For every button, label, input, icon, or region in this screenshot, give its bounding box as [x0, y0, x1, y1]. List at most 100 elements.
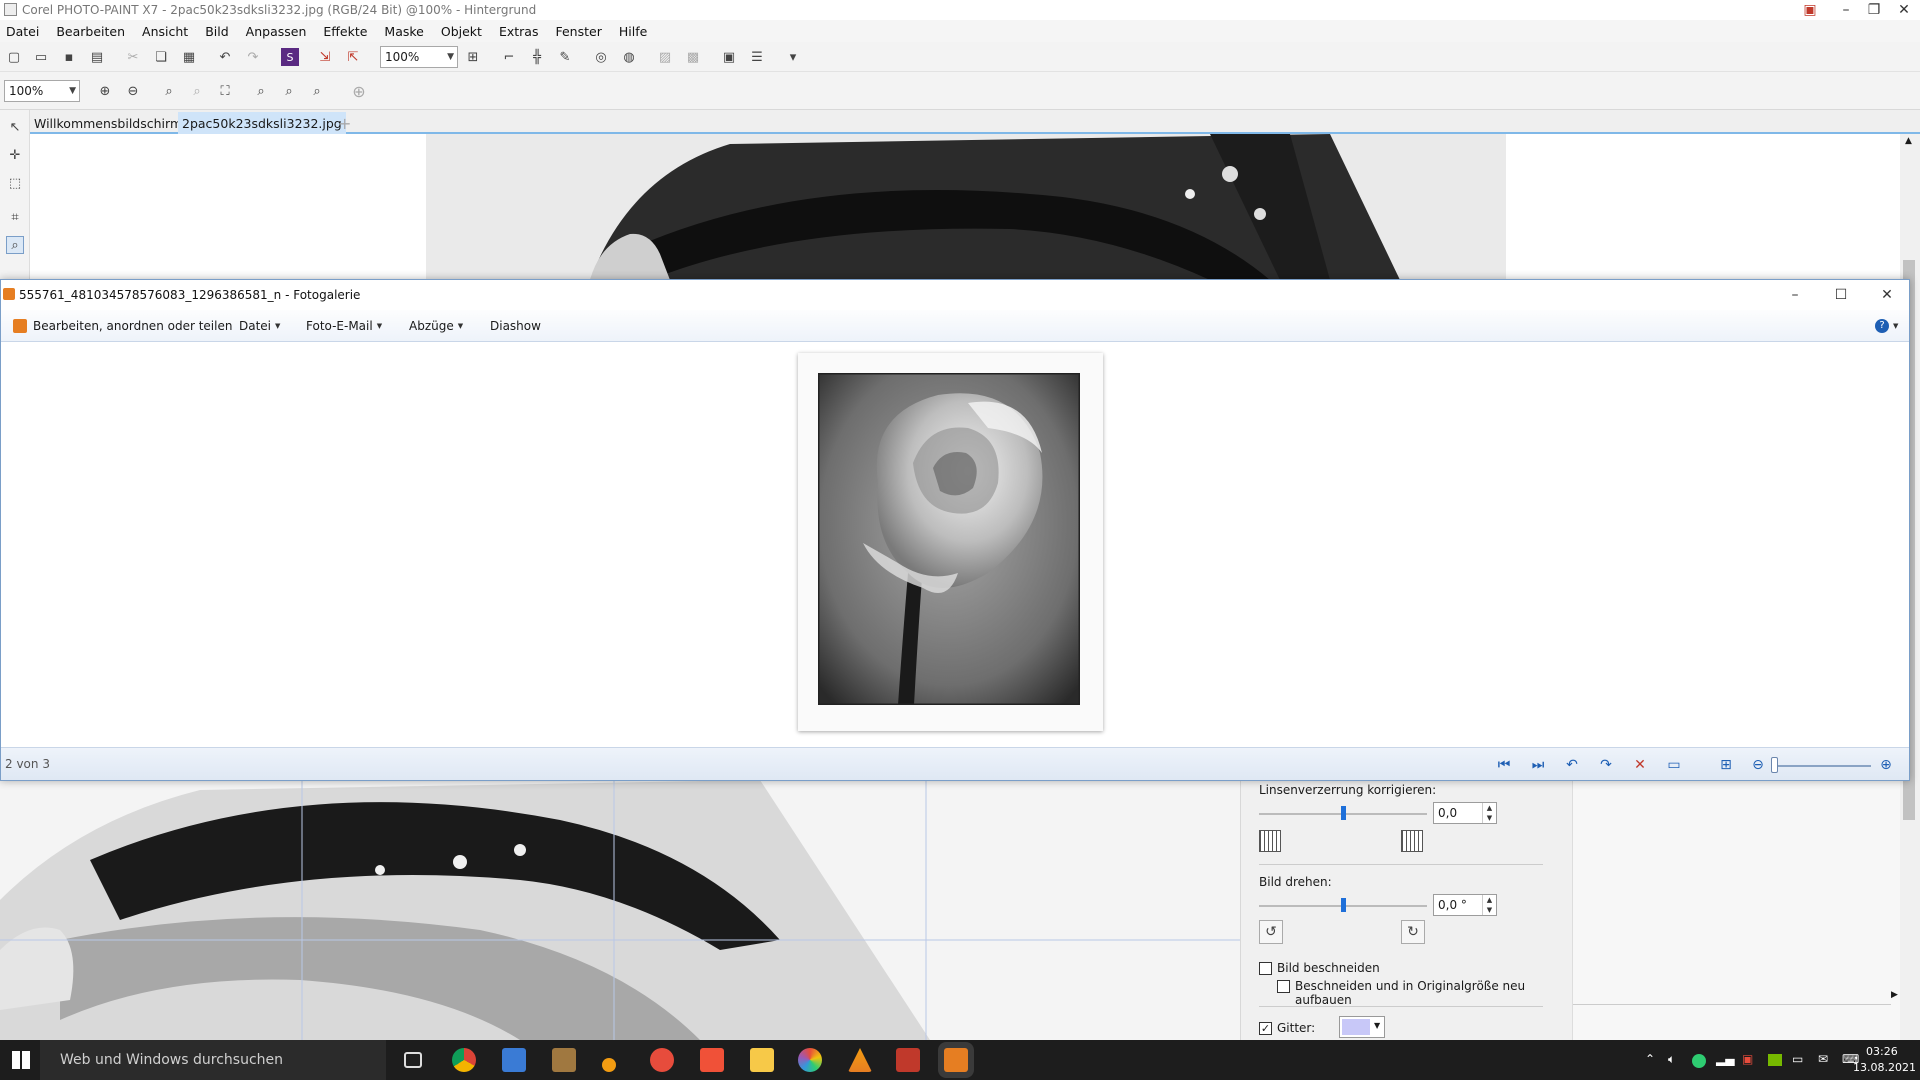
zoom-width-icon[interactable]: ⌕ [280, 82, 298, 100]
nvidia-icon[interactable] [1768, 1054, 1782, 1066]
export-icon[interactable]: ⇱ [344, 48, 362, 66]
crop-tool-icon[interactable]: ⌗ [6, 208, 24, 226]
gallery-maximize-button[interactable]: ☐ [1827, 285, 1855, 305]
move-tool-icon[interactable]: ✛ [6, 146, 24, 164]
object-icon[interactable]: ▨ [656, 48, 674, 66]
object-group-icon[interactable]: ▩ [684, 48, 702, 66]
edit-organize-share-button[interactable]: Bearbeiten, anordnen oder teilen [13, 318, 232, 333]
image-canvas[interactable] [30, 134, 1900, 280]
grid-color-picker[interactable]: ▼ [1339, 1016, 1385, 1038]
gallery-menu-datei[interactable]: Datei ▼ [239, 319, 280, 333]
menu-ansicht[interactable]: Ansicht [142, 24, 188, 39]
rotate-input[interactable]: 0,0 ° ▲ ▼ [1433, 894, 1497, 916]
rotate-left-icon[interactable]: ↺ [1259, 920, 1283, 944]
chrome-icon[interactable] [452, 1048, 476, 1072]
image-adjust-icon[interactable]: ▣ [720, 48, 738, 66]
browser-icon[interactable] [650, 1048, 674, 1072]
zoom-in-icon[interactable]: ⊕ [96, 82, 114, 100]
gallery-close-button[interactable]: ✕ [1873, 285, 1901, 305]
tray-app-icon[interactable]: ▣ [1742, 1052, 1753, 1066]
mask-marquee-icon[interactable]: ◍ [620, 48, 638, 66]
zoom-objects-icon[interactable]: ⌕ [188, 82, 206, 100]
add-icon[interactable]: ⊕ [350, 82, 368, 101]
rotate-right-icon[interactable]: ↻ [1401, 920, 1425, 944]
spinner-arrows[interactable]: ▲ ▼ [1482, 803, 1496, 823]
full-screen-icon[interactable]: ⊞ [464, 48, 482, 66]
print-icon[interactable]: ▤ [88, 48, 106, 66]
cut-icon[interactable]: ✂ [124, 48, 142, 66]
pick-tool-icon[interactable]: ↖ [6, 118, 24, 136]
menu-hilfe[interactable]: Hilfe [619, 24, 647, 39]
network-icon[interactable]: ▂▄ [1716, 1052, 1734, 1066]
spinner-arrows[interactable]: ▲ ▼ [1482, 895, 1496, 915]
user-icon[interactable]: ▣ [1796, 0, 1824, 20]
redo-icon[interactable]: ↷ [244, 48, 262, 66]
menu-extras[interactable]: Extras [499, 24, 539, 39]
close-button[interactable]: ✕ [1890, 0, 1918, 20]
minimize-button[interactable]: – [1832, 0, 1860, 20]
fit-to-window-icon[interactable]: ⊞ [1717, 756, 1735, 774]
display-icon[interactable]: ▭ [1792, 1052, 1803, 1066]
crop-rebuild-checkbox[interactable] [1277, 980, 1290, 993]
zoom-tool-icon[interactable]: ⌕ [6, 236, 24, 254]
gallery-menu-diashow[interactable]: Diashow [490, 319, 541, 333]
rotate-slider[interactable] [1341, 898, 1346, 912]
open-folder-icon[interactable]: ▭ [32, 48, 50, 66]
menu-objekt[interactable]: Objekt [441, 24, 482, 39]
zoom-out-icon[interactable]: ⊖ [124, 82, 142, 100]
menu-fenster[interactable]: Fenster [555, 24, 601, 39]
pincushion-distortion-icon[interactable] [1401, 830, 1423, 852]
lens-correction-input[interactable]: 0,0 ▲ ▼ [1433, 802, 1497, 824]
picasa-icon[interactable] [798, 1048, 822, 1072]
menu-effekte[interactable]: Effekte [323, 24, 367, 39]
slideshow-icon[interactable]: ▭ [1665, 756, 1683, 774]
menu-bearbeiten[interactable]: Bearbeiten [56, 24, 125, 39]
clock-date[interactable]: 13.08.2021 [1853, 1061, 1916, 1074]
previous-photo-icon[interactable]: ⏮ [1495, 756, 1513, 774]
menu-bild[interactable]: Bild [205, 24, 228, 39]
task-view-icon[interactable] [404, 1052, 422, 1068]
help-button[interactable]: ? ▼ [1875, 318, 1898, 333]
security-icon[interactable] [1692, 1054, 1706, 1068]
copy-icon[interactable]: ❏ [152, 48, 170, 66]
toolbar-zoom-select[interactable]: 100% ▼ [380, 46, 458, 68]
photo-viewer-icon[interactable] [502, 1048, 526, 1072]
rulers-icon[interactable]: ⌐ [500, 48, 518, 66]
media-icon[interactable] [552, 1048, 576, 1072]
crop-checkbox[interactable] [1259, 962, 1272, 975]
gallery-taskbar-icon[interactable] [944, 1048, 968, 1072]
scroll-up-icon[interactable]: ▲ [1905, 136, 1912, 146]
zoom-in-icon[interactable]: ⊕ [1877, 756, 1895, 774]
options-icon[interactable]: ☰ [748, 48, 766, 66]
volume-icon[interactable]: 🔈︎ [1668, 1052, 1675, 1067]
gallery-minimize-button[interactable]: – [1781, 285, 1809, 305]
zoom-selection-icon[interactable]: ⌕ [160, 82, 178, 100]
launch-icon[interactable]: ▾ [784, 48, 802, 66]
zoom-slider-thumb[interactable] [1771, 757, 1778, 773]
save-icon[interactable]: ▪ [60, 48, 78, 66]
tab-image[interactable]: 2pac50k23sdksli3232.jpg [178, 112, 346, 134]
clock-time[interactable]: 03:26 [1866, 1045, 1898, 1058]
tray-chevron-icon[interactable]: ⌃ [1645, 1052, 1655, 1066]
mask-icon[interactable]: ◎ [592, 48, 610, 66]
paste-icon[interactable]: ▦ [180, 48, 198, 66]
import-icon[interactable]: ⇲ [316, 48, 334, 66]
zoom-page-icon[interactable]: ⌕ [252, 82, 270, 100]
windows-start-icon[interactable] [12, 1051, 30, 1069]
next-photo-icon[interactable]: ⏭ [1529, 756, 1547, 774]
image-canvas-lower[interactable] [0, 780, 1240, 1040]
snap-icon[interactable]: ✎ [556, 48, 574, 66]
zoom-level-select[interactable]: 100% ▼ [4, 80, 80, 102]
rotate-right-icon[interactable]: ↷ [1597, 756, 1615, 774]
vlc-small-icon[interactable] [602, 1058, 616, 1072]
delete-icon[interactable]: ✕ [1631, 756, 1649, 774]
gallery-menu-abzuege[interactable]: Abzüge ▼ [409, 319, 463, 333]
zoom-height-icon[interactable]: ⌕ [308, 82, 326, 100]
menu-maske[interactable]: Maske [384, 24, 423, 39]
barrel-distortion-icon[interactable] [1259, 830, 1281, 852]
undo-icon[interactable]: ↶ [216, 48, 234, 66]
grid-checkbox[interactable]: ✓ [1259, 1022, 1272, 1035]
vlc-icon[interactable] [848, 1048, 872, 1072]
swift-icon[interactable] [700, 1048, 724, 1072]
taskbar-search[interactable]: Web und Windows durchsuchen [40, 1040, 386, 1080]
